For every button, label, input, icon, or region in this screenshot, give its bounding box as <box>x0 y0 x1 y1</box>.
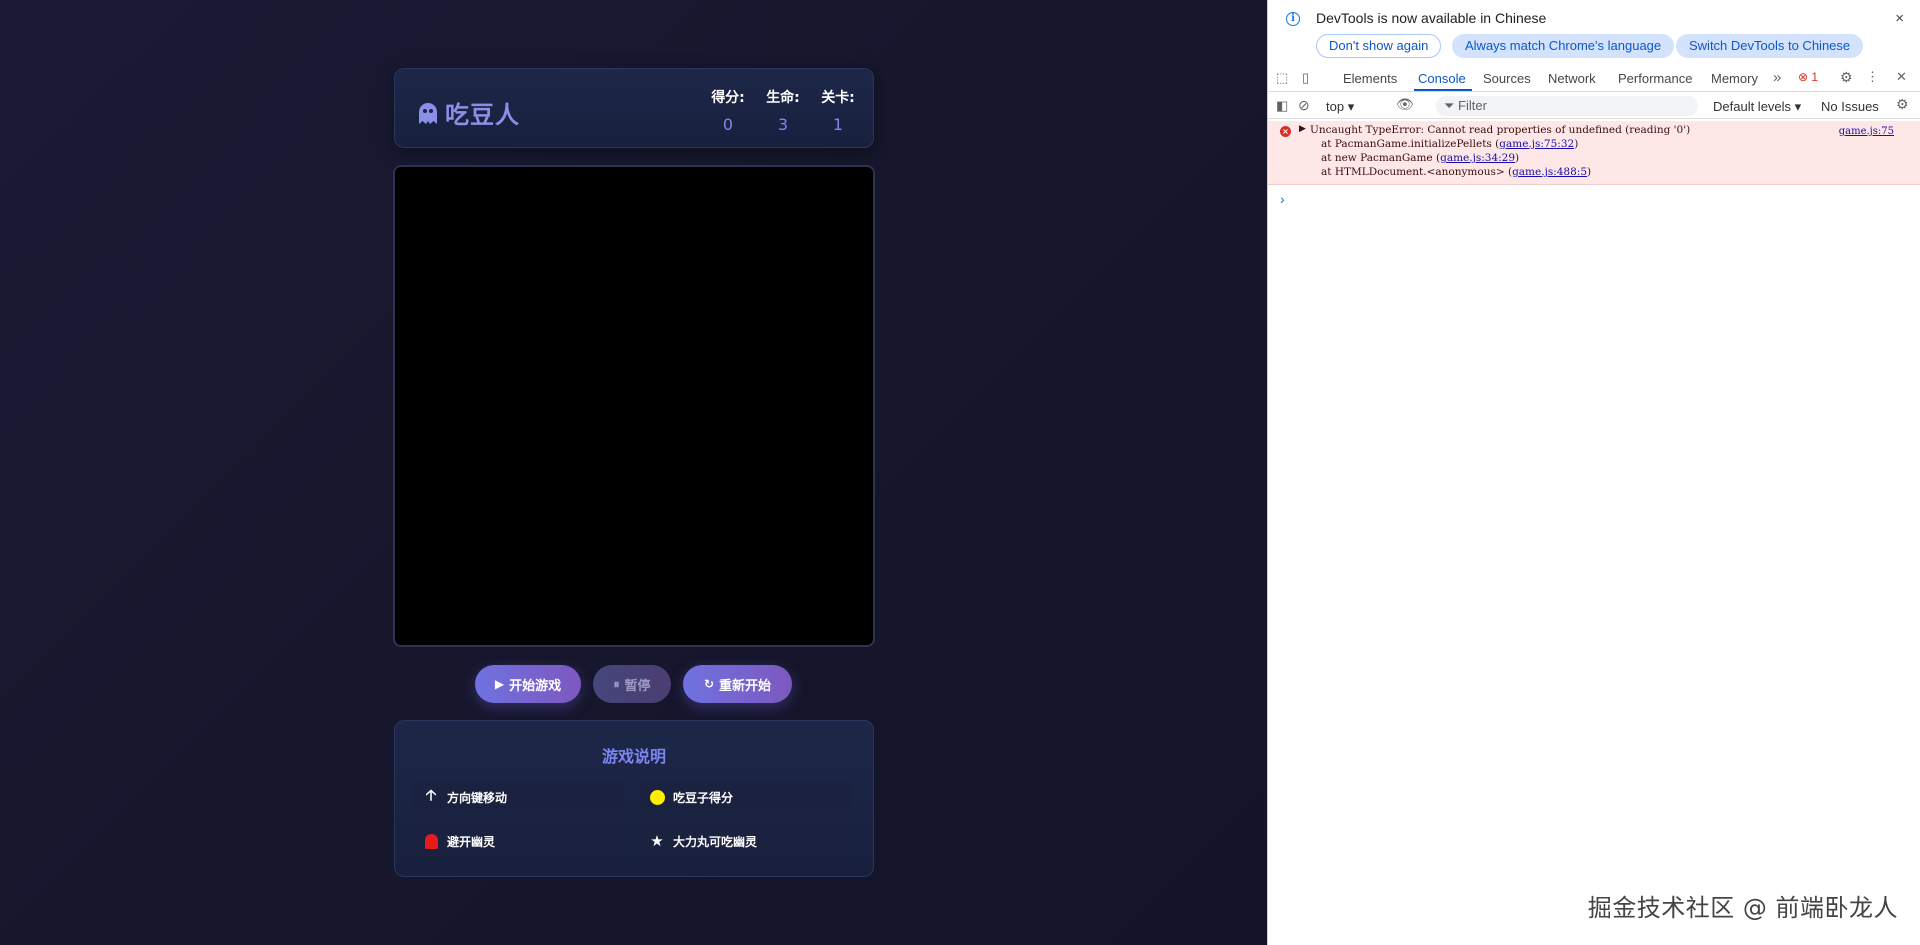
lives-label: 生命: <box>766 90 800 106</box>
red-ghost-icon <box>423 833 439 849</box>
inspect-element-icon[interactable]: ⬚ <box>1276 70 1288 86</box>
eye-icon[interactable]: 👁 <box>1396 96 1414 113</box>
info-icon: i <box>1286 12 1300 26</box>
instructions-card: 游戏说明 🡡 方向键移动 吃豆子得分 避开幽灵 ★ 大力丸可吃幽灵 <box>394 720 874 877</box>
stack-frame: at new PacmanGame (game.js:34:29) <box>1321 152 1519 164</box>
level-stat: 关卡: 1 <box>813 87 863 134</box>
game-title: 吃豆人 <box>445 101 520 129</box>
issues-counter[interactable]: No Issues <box>1821 99 1879 114</box>
chevron-down-icon: ▾ <box>1347 99 1355 114</box>
expand-triangle-icon[interactable]: ▶ <box>1299 124 1306 134</box>
devtools-tabbar: ⬚ ▯ Elements Console Sources Network Per… <box>1268 66 1920 92</box>
instruction-text: 吃豆子得分 <box>673 790 734 805</box>
context-label: top <box>1326 99 1345 114</box>
instruction-text: 方向键移动 <box>447 790 508 805</box>
tab-network[interactable]: Network <box>1548 71 1596 86</box>
start-game-label: 开始游戏 <box>509 678 562 694</box>
ghost-icon <box>419 102 437 124</box>
score-value: 0 <box>722 115 734 134</box>
watermark: 掘金技术社区 @ 前端卧龙人 <box>1587 894 1898 922</box>
tab-memory[interactable]: Memory <box>1711 71 1758 86</box>
log-levels-dropdown[interactable]: Default levels ▾ <box>1713 99 1801 115</box>
console-prompt[interactable]: › <box>1280 191 1285 207</box>
game-page: 吃豆人 得分: 0 生命: 3 关卡: 1 ▶ 开始游戏 ⏸ 暂停 ↻ 重新开始… <box>0 0 1267 945</box>
always-match-language-button[interactable]: Always match Chrome's language <box>1452 34 1675 58</box>
stack-frame-suffix: ) <box>1587 166 1592 178</box>
context-selector[interactable]: top ▾ <box>1326 99 1354 115</box>
stack-frame-suffix: ) <box>1515 152 1520 164</box>
language-banner: i DevTools is now available in Chinese ×… <box>1268 0 1920 60</box>
filter-input[interactable]: ⏷ Filter <box>1436 96 1698 116</box>
filter-icon: ⏷ <box>1444 98 1455 113</box>
log-levels-label: Default levels <box>1713 99 1792 114</box>
instruction-item: 避开幽灵 <box>413 826 625 856</box>
restart-label: 重新开始 <box>719 678 772 694</box>
level-value: 1 <box>832 115 844 134</box>
instruction-item: 吃豆子得分 <box>639 782 851 812</box>
restart-icon: ↻ <box>703 677 715 691</box>
arrow-up-icon: 🡡 <box>425 785 437 804</box>
stack-frame-text: at PacmanGame.initializePellets ( <box>1321 138 1500 150</box>
devtools-panel: i DevTools is now available in Chinese ×… <box>1267 0 1920 945</box>
pause-label: 暂停 <box>624 678 651 694</box>
stack-frame: at PacmanGame.initializePellets (game.js… <box>1321 138 1578 150</box>
pause-icon: ⏸ <box>613 676 620 691</box>
star-icon: ★ <box>650 832 664 850</box>
error-count-badge[interactable]: ⊗ 1 <box>1798 70 1818 84</box>
score-label: 得分: <box>711 90 745 106</box>
instruction-text: 大力丸可吃幽灵 <box>673 834 758 849</box>
error-icon: × <box>1280 126 1291 137</box>
console-settings-icon[interactable]: ⚙ <box>1896 96 1909 113</box>
sidebar-toggle-icon[interactable]: ◧ <box>1276 98 1288 114</box>
close-devtools-icon[interactable]: ✕ <box>1896 69 1907 85</box>
error-source-link[interactable]: game.js:75 <box>1839 126 1894 137</box>
level-label: 关卡: <box>821 90 855 106</box>
game-canvas[interactable] <box>393 165 875 647</box>
pause-button[interactable]: ⏸ 暂停 <box>593 665 671 703</box>
lives-stat: 生命: 3 <box>758 87 808 134</box>
clear-console-icon[interactable]: ⊘ <box>1298 97 1310 114</box>
start-game-button[interactable]: ▶ 开始游戏 <box>475 665 581 703</box>
device-toolbar-icon[interactable]: ▯ <box>1302 70 1309 86</box>
error-text: Uncaught TypeError: Cannot read properti… <box>1310 124 1691 136</box>
tab-sources[interactable]: Sources <box>1483 71 1531 86</box>
stack-frame-link[interactable]: game.js:488:5 <box>1512 166 1587 178</box>
error-badge-icon: ⊗ <box>1798 70 1809 84</box>
instruction-item: 🡡 方向键移动 <box>413 782 625 812</box>
score-stat: 得分: 0 <box>703 87 753 134</box>
stack-frame-link[interactable]: game.js:34:29 <box>1440 152 1515 164</box>
game-header: 吃豆人 得分: 0 生命: 3 关卡: 1 <box>394 68 874 148</box>
instructions-title: 游戏说明 <box>601 747 666 766</box>
chevron-down-icon: ▾ <box>1794 99 1802 114</box>
tab-elements[interactable]: Elements <box>1343 71 1397 86</box>
switch-to-chinese-button[interactable]: Switch DevTools to Chinese <box>1676 34 1864 58</box>
close-icon[interactable]: × <box>1895 10 1904 27</box>
instruction-text: 避开幽灵 <box>447 834 496 849</box>
more-tabs-icon[interactable]: » <box>1773 69 1781 86</box>
error-count: 1 <box>1811 70 1819 84</box>
stack-frame-link[interactable]: game.js:75:32 <box>1499 138 1574 150</box>
tab-performance[interactable]: Performance <box>1618 71 1692 86</box>
banner-message: DevTools is now available in Chinese <box>1316 10 1547 26</box>
console-error-message: × ▶ Uncaught TypeError: Cannot read prop… <box>1268 121 1920 185</box>
tab-console[interactable]: Console <box>1418 71 1466 86</box>
settings-icon[interactable]: ⚙ <box>1840 69 1853 86</box>
instruction-item: ★ 大力丸可吃幽灵 <box>639 826 851 856</box>
game-logo: 吃豆人 <box>417 95 520 130</box>
console-toolbar: ◧ ⊘ top ▾ 👁 ⏷ Filter Default levels ▾ No… <box>1268 93 1920 119</box>
stack-frame-suffix: ) <box>1574 138 1579 150</box>
stack-frame-text: at HTMLDocument.<anonymous> ( <box>1321 166 1513 178</box>
stack-frame-text: at new PacmanGame ( <box>1321 152 1441 164</box>
play-icon: ▶ <box>494 677 505 691</box>
restart-button[interactable]: ↻ 重新开始 <box>683 665 792 703</box>
pellet-icon <box>649 789 665 805</box>
filter-placeholder: Filter <box>1458 98 1487 113</box>
stack-frame: at HTMLDocument.<anonymous> (game.js:488… <box>1321 166 1591 178</box>
lives-value: 3 <box>777 115 789 134</box>
more-options-icon[interactable]: ⋮ <box>1866 69 1879 85</box>
active-tab-indicator <box>1414 89 1472 91</box>
dont-show-again-button[interactable]: Don't show again <box>1316 34 1442 58</box>
